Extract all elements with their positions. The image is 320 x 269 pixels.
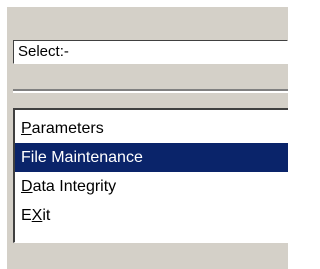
menu-item-exit[interactable]: EXit: [15, 201, 288, 230]
menu-item-exit-label: it: [42, 207, 51, 224]
menu-item-file-maintenance[interactable]: File Maintenance: [15, 143, 288, 172]
menu-item-parameters-label: arameters: [31, 120, 104, 137]
menu-item-exit-prefix: E: [21, 207, 32, 224]
menu-item-file-maintenance-label: File Maintenance: [21, 149, 143, 166]
mnemonic-x: X: [31, 207, 43, 224]
menu-item-data-integrity[interactable]: Data Integrity: [15, 172, 288, 201]
select-input[interactable]: Select:-: [13, 40, 288, 64]
select-input-value: Select:-: [18, 43, 69, 60]
mnemonic-d: D: [21, 178, 33, 195]
mnemonic-p: P: [21, 120, 32, 137]
menu-item-data-integrity-label: ata Integrity: [32, 178, 117, 195]
menu-listbox[interactable]: Parameters File Maintenance Data Integri…: [13, 108, 288, 243]
menu-item-parameters[interactable]: Parameters: [15, 114, 288, 143]
separator-highlight: [13, 91, 288, 93]
